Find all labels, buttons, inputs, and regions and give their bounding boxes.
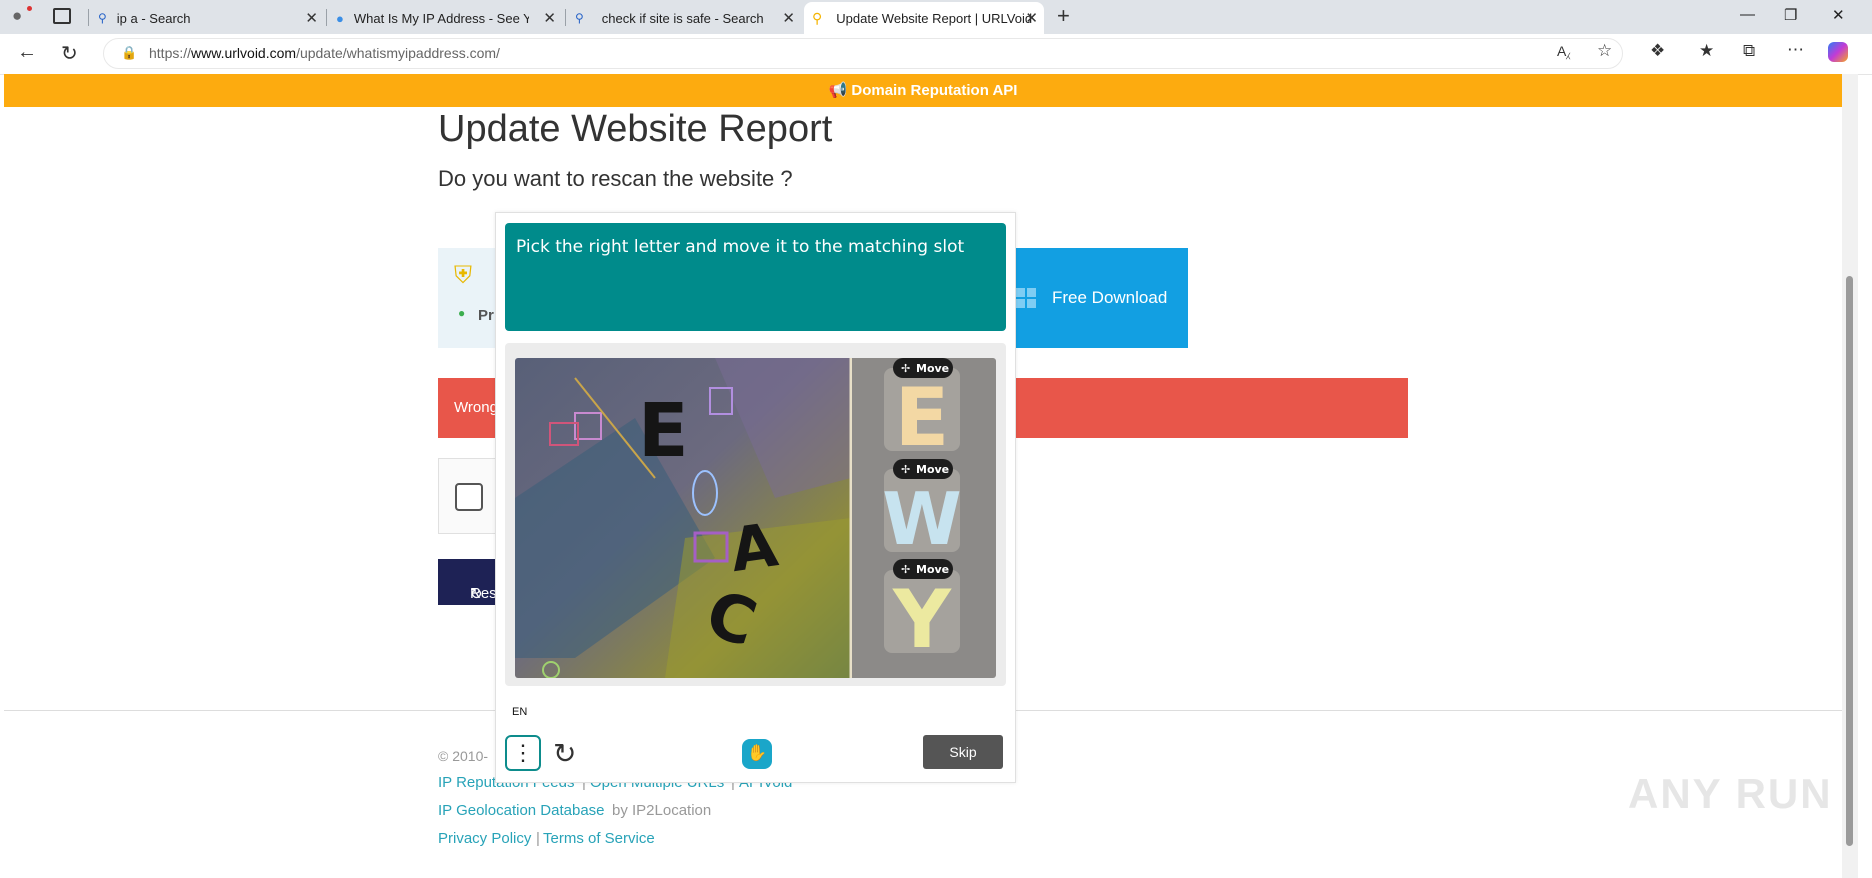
skip-label: Skip <box>949 744 977 760</box>
collections-icon[interactable]: ⧉ <box>1743 41 1755 61</box>
page-title: Update Website Report <box>438 108 833 150</box>
close-icon[interactable]: ✕ <box>305 9 318 27</box>
profile-icon[interactable]: ● <box>12 6 22 26</box>
captcha-prompt: Pick the right letter and move it to the… <box>516 237 965 257</box>
move-icon: ✢ <box>901 463 910 476</box>
minimize-icon[interactable]: — <box>1740 6 1755 23</box>
tab-strip: ● ⚲ ip a - Search ✕ ● What Is My IP Addr… <box>0 0 1872 34</box>
check-circle-icon: ● <box>458 306 466 320</box>
favorite-star-icon[interactable]: ☆ <box>1597 41 1612 61</box>
info-text: Pr <box>478 307 494 324</box>
captcha-checkbox-widget <box>438 458 498 534</box>
tab-title: Update Website Report | URLVoid <box>836 10 1033 26</box>
copyright-text: © 2010- <box>438 748 489 764</box>
footer-separator: | <box>536 830 540 847</box>
footer-link-privacy-policy[interactable]: Privacy Policy <box>438 830 531 847</box>
restore-icon[interactable]: ❐ <box>1784 6 1797 24</box>
window-close-icon[interactable]: ✕ <box>1832 6 1845 24</box>
move-icon: ✢ <box>901 362 910 375</box>
globe-icon: ● <box>336 10 344 26</box>
error-text: Wrong <box>454 399 498 416</box>
footer-ip2location-text: by IP2Location <box>612 802 712 819</box>
shield-check-icon: ⛨ <box>454 262 472 289</box>
tab-ip-search[interactable]: ⚲ ip a - Search ✕ <box>90 2 324 34</box>
captcha-puzzle-image: E A C E W Y ✢ Move ✢ Move ✢ Move <box>515 358 996 678</box>
puzzle-letter-e: E <box>638 388 689 474</box>
tab-check-site[interactable]: ⚲ check if site is safe - Search ✕ <box>567 2 801 34</box>
close-icon[interactable]: ✕ <box>543 9 556 27</box>
urlvoid-icon: ⚲ <box>812 9 823 26</box>
footer-link-terms-of-service[interactable]: Terms of Service <box>543 830 655 847</box>
free-download-button[interactable]: Free Download <box>1000 248 1188 348</box>
search-icon: ⚲ <box>575 11 584 25</box>
footer-link-ip-geolocation[interactable]: IP Geolocation Database <box>438 802 605 819</box>
tab-urlvoid[interactable]: ⚲ Update Website Report | URLVoid ✕ <box>804 2 1044 34</box>
captcha-language[interactable]: EN <box>512 706 527 718</box>
captcha-checkbox[interactable] <box>455 483 483 511</box>
copilot-icon[interactable] <box>1828 42 1848 62</box>
new-tab-icon[interactable]: + <box>1057 3 1070 29</box>
extensions-icon[interactable]: ❖ <box>1650 41 1665 61</box>
domain-reputation-api-banner[interactable]: 📢 Domain Reputation API <box>4 74 1842 107</box>
lock-icon[interactable]: 🔒 <box>121 45 137 61</box>
close-icon[interactable]: ✕ <box>782 9 795 27</box>
windows-icon <box>1016 288 1036 308</box>
move-icon: ✢ <box>901 563 910 576</box>
captcha-challenge-popup: Pick the right letter and move it to the… <box>495 212 1016 783</box>
more-icon[interactable]: ⋯ <box>1787 40 1804 60</box>
move-handle-e[interactable]: ✢ Move <box>893 358 953 378</box>
browser-toolbar: ← ↻ 🔒 https://www.urlvoid.com/update/wha… <box>0 34 1872 75</box>
url-text[interactable]: https://www.urlvoid.com/update/whatismyi… <box>149 45 500 61</box>
captcha-skip-button[interactable]: Skip <box>923 735 1003 769</box>
captcha-menu-button[interactable]: ⋮ <box>505 735 541 771</box>
tab-actions-icon[interactable] <box>53 8 71 24</box>
notification-dot <box>27 6 32 11</box>
option-tile-y[interactable]: Y <box>884 570 960 666</box>
hcaptcha-logo-icon: ✋ <box>742 739 772 769</box>
move-handle-w[interactable]: ✢ Move <box>893 459 953 479</box>
captcha-reload-icon[interactable]: ↻ <box>553 737 576 770</box>
tab-title: check if site is safe - Search <box>601 10 764 26</box>
tab-title: What Is My IP Address - See Your <box>353 10 529 26</box>
scrollbar-thumb[interactable] <box>1846 276 1853 846</box>
anyrun-watermark: ANY RUN <box>1628 770 1833 817</box>
move-label: Move <box>916 362 949 375</box>
address-bar[interactable]: 🔒 https://www.urlvoid.com/update/whatism… <box>103 38 1623 69</box>
refresh-icon[interactable]: ↻ <box>61 41 78 66</box>
move-label: Move <box>916 463 949 476</box>
read-aloud-icon[interactable]: A⁁ <box>1557 43 1570 60</box>
captcha-puzzle-area: E A C E W Y ✢ Move ✢ Move ✢ Move <box>505 343 1006 686</box>
option-letter-y: Y <box>892 573 952 666</box>
option-letter-e: E <box>895 371 950 464</box>
kebab-menu-icon: ⋮ <box>512 740 534 765</box>
rescan-button[interactable]: ↻ Res <box>438 559 498 605</box>
search-icon: ⚲ <box>98 11 107 25</box>
captcha-header: Pick the right letter and move it to the… <box>505 223 1006 331</box>
tab-title: ip a - Search <box>116 10 191 26</box>
option-tile-e[interactable]: E <box>884 368 960 464</box>
page-subtitle: Do you want to rescan the website ? <box>438 166 793 191</box>
back-icon[interactable]: ← <box>17 41 37 64</box>
free-download-label: Free Download <box>1052 288 1168 307</box>
tab-whatismyip[interactable]: ● What Is My IP Address - See Your ✕ <box>328 2 562 34</box>
option-tile-w[interactable]: W <box>882 469 962 561</box>
move-label: Move <box>916 563 949 576</box>
favorites-icon[interactable]: ★ <box>1699 41 1714 61</box>
close-icon[interactable]: ✕ <box>1025 9 1038 27</box>
option-letter-w: W <box>882 477 961 561</box>
move-handle-y[interactable]: ✢ Move <box>893 559 953 579</box>
